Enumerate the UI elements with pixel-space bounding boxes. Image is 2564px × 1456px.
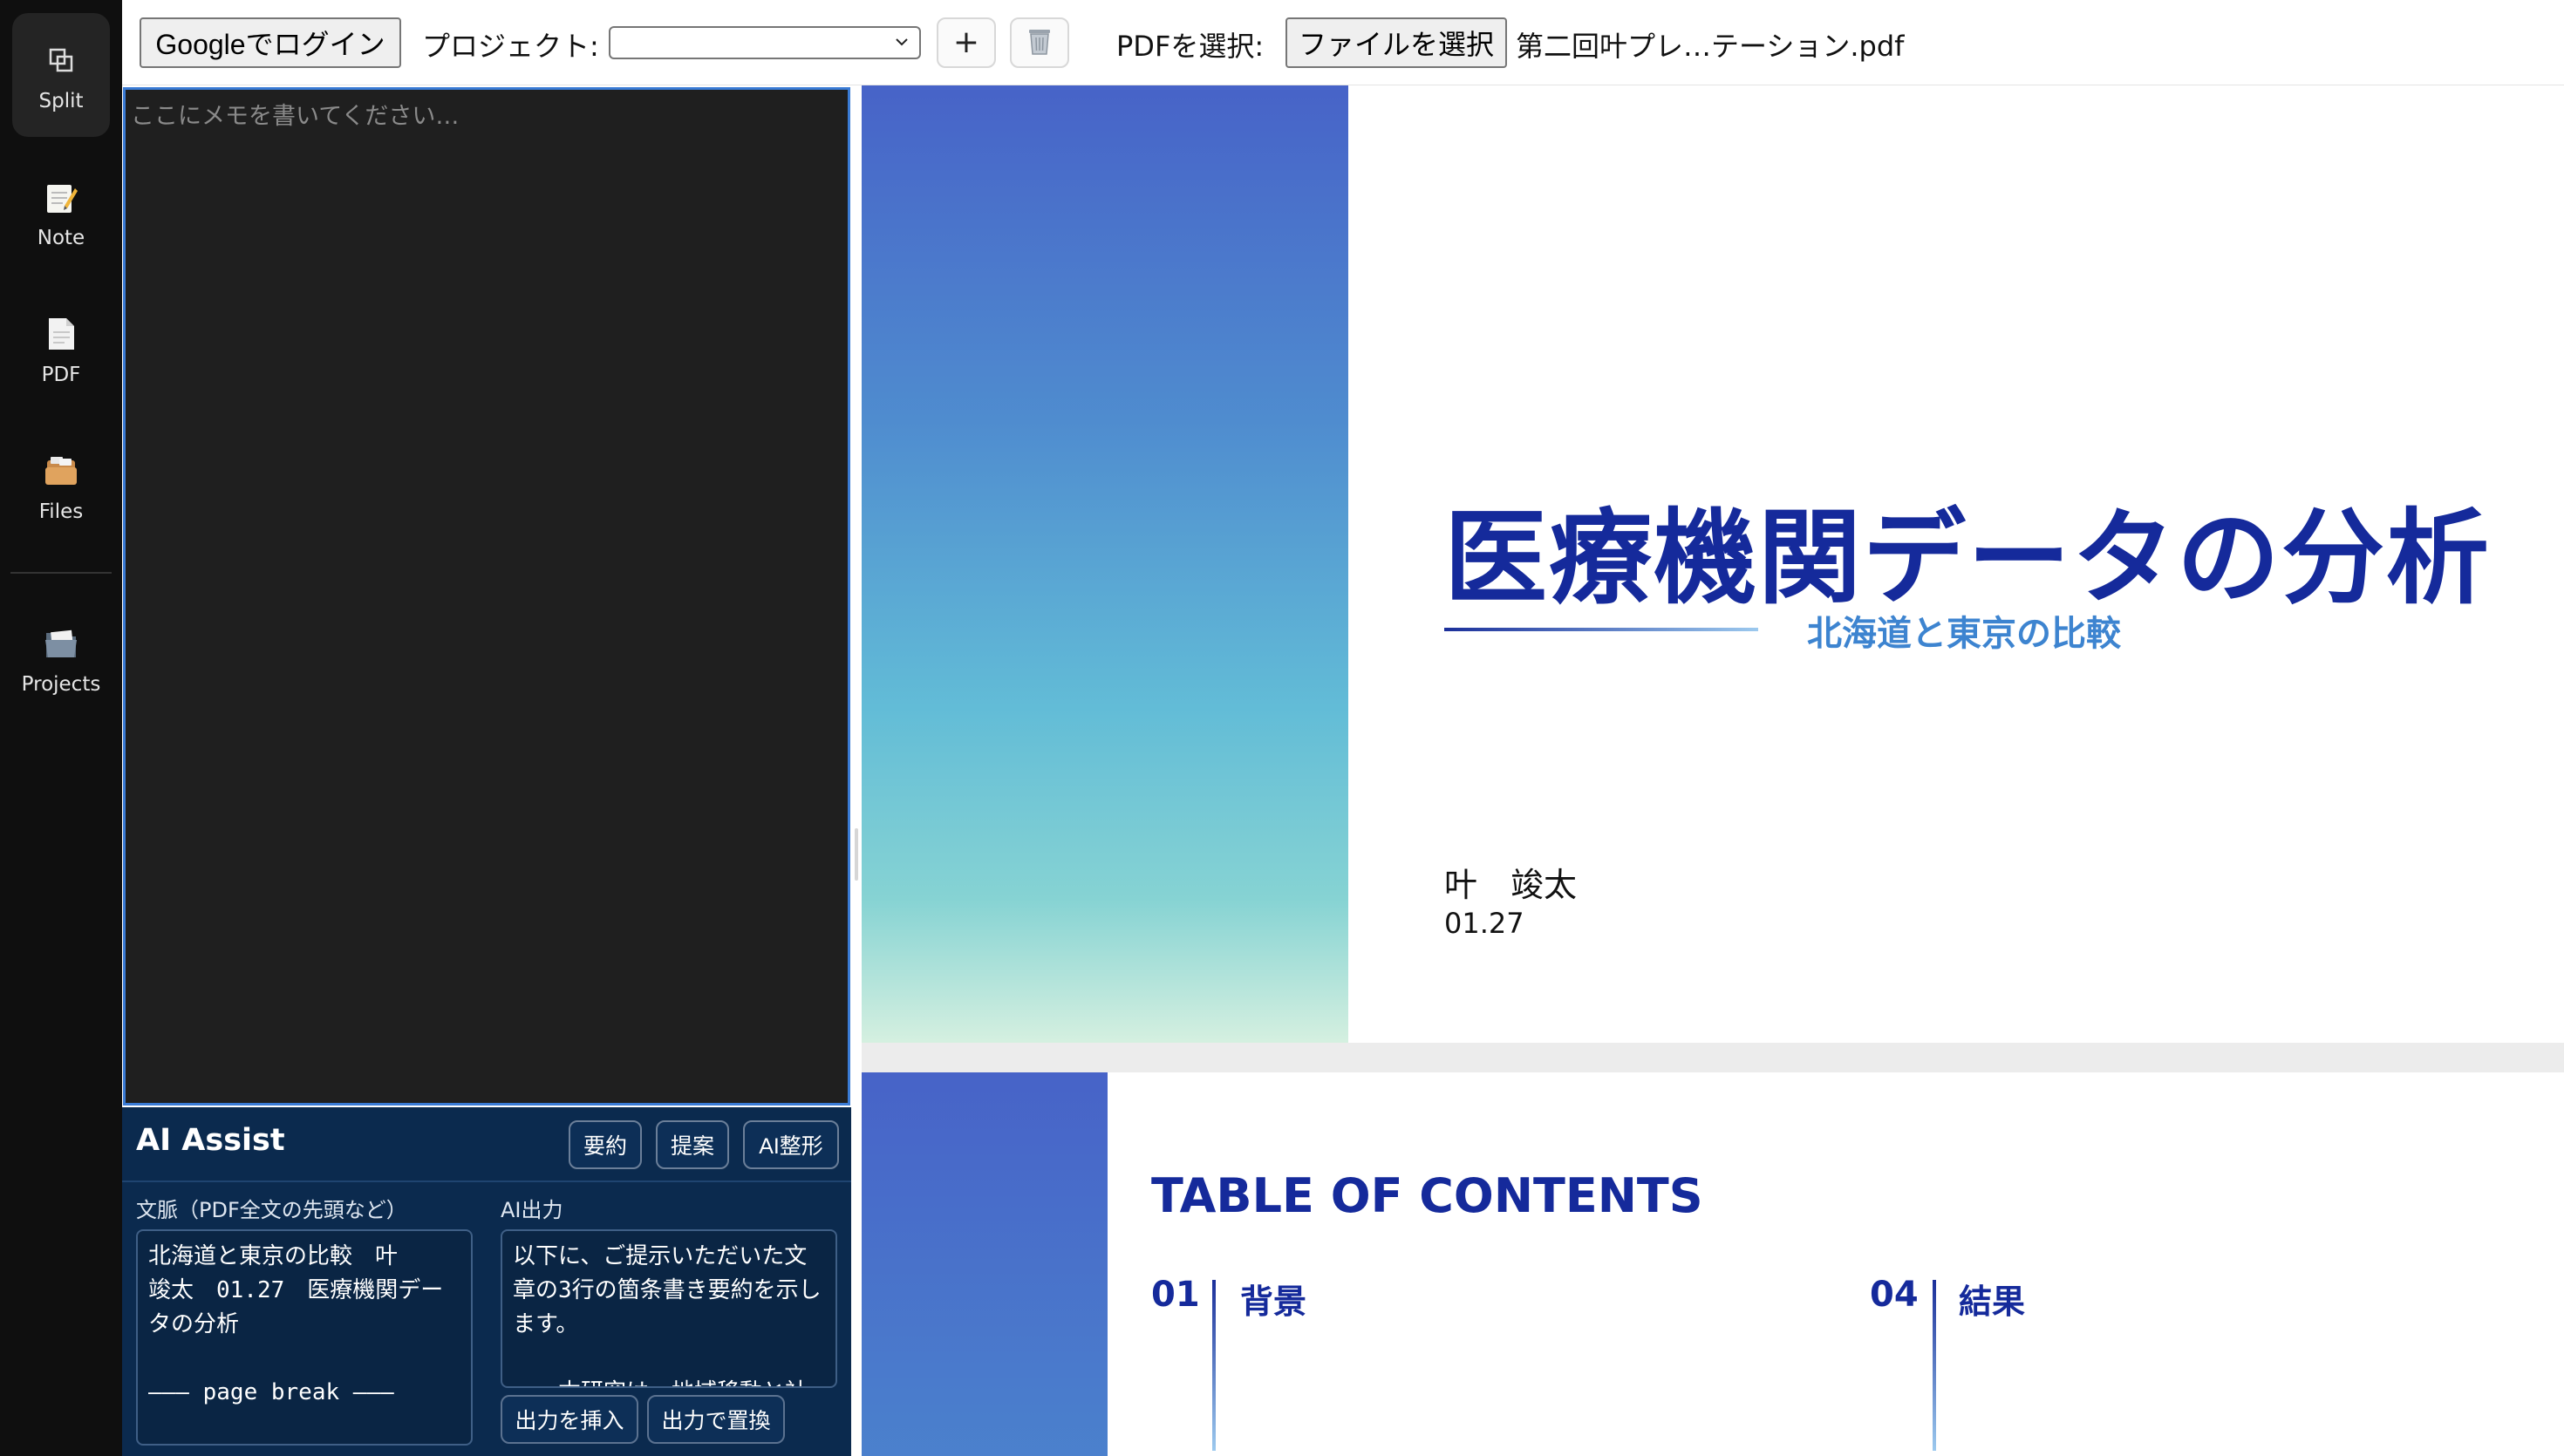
ai-assist-title: AI Assist	[136, 1123, 285, 1158]
slide-gradient-band	[862, 85, 1348, 1043]
summarize-button[interactable]: 要約	[569, 1120, 642, 1169]
project-select[interactable]	[609, 26, 921, 59]
rail-label-split: Split	[38, 90, 84, 112]
pdf-viewer[interactable]: 医療機関データの分析 北海道と東京の比較 叶 竣太 01.27 TABLE OF…	[862, 85, 2564, 1456]
pdf-page-2: TABLE OF CONTENTS 01 背景 04 結果	[862, 1072, 2564, 1456]
rail-item-note[interactable]: Note	[12, 150, 110, 274]
rail-item-projects[interactable]: Projects	[12, 596, 110, 720]
insert-output-button[interactable]: 出力を挿入	[501, 1395, 638, 1444]
selected-file-name: 第二回叶プレ…テーション.pdf	[1516, 30, 1905, 63]
splitter-grip[interactable]	[855, 828, 858, 881]
slide-subtitle: 北海道と東京の比較	[1807, 614, 2121, 654]
pdf-page-1: 医療機関データの分析 北海道と東京の比較 叶 竣太 01.27	[862, 85, 2564, 1043]
slide-title-rule	[1444, 628, 1758, 631]
ai-format-button[interactable]: AI整形	[743, 1120, 839, 1169]
replace-output-button[interactable]: 出力で置換	[647, 1395, 785, 1444]
memo-editor	[123, 87, 850, 1106]
ai-divider	[122, 1180, 851, 1182]
slide-title: 医療機関データの分析	[1444, 498, 2492, 618]
choose-file-button[interactable]: ファイルを選択	[1285, 17, 1507, 68]
rail-item-split[interactable]: Split	[12, 13, 110, 137]
rail-label-pdf: PDF	[41, 364, 81, 386]
add-project-button[interactable]: +	[937, 17, 996, 68]
projects-icon	[44, 626, 78, 661]
trash-icon	[1026, 26, 1053, 59]
chevron-down-icon	[893, 33, 910, 54]
toc-item: 背景	[1240, 1283, 1307, 1321]
toc-divider	[1933, 1280, 1936, 1451]
rail-label-note: Note	[37, 227, 85, 249]
context-label: 文脈（PDF全文の先頭など）	[136, 1198, 407, 1222]
rail-item-pdf[interactable]: PDF	[12, 287, 110, 411]
pdf-icon	[44, 316, 78, 351]
toc-divider	[1212, 1280, 1216, 1451]
toc-title: TABLE OF CONTENTS	[1151, 1168, 1703, 1223]
context-textarea[interactable]: 北海道と東京の比較 叶 竣太 01.27 医療機関デー タの分析 ––– pag…	[136, 1229, 473, 1446]
split-icon	[44, 43, 78, 78]
top-toolbar: Googleでログイン プロジェクト: + PDFを選択: ファイルを選択 第二…	[122, 0, 2564, 85]
files-icon	[44, 453, 78, 488]
slide-author: 叶 竣太	[1444, 866, 1578, 904]
rail-divider	[10, 572, 112, 574]
ai-assist-panel: AI Assist 要約 提案 AI整形 文脈（PDF全文の先頭など） 北海道と…	[122, 1107, 851, 1456]
side-rail: Split Note PDF Files Projects	[0, 0, 122, 1456]
rail-label-files: Files	[38, 500, 84, 523]
plus-icon: +	[952, 24, 980, 60]
toc-item: 結果	[1959, 1283, 2026, 1321]
rail-item-files[interactable]: Files	[12, 424, 110, 548]
slide-gradient-band	[862, 1072, 1108, 1456]
pdf-select-label: PDFを選択:	[1116, 30, 1265, 63]
output-label: AI出力	[501, 1198, 563, 1222]
google-login-button[interactable]: Googleでログイン	[140, 17, 401, 68]
note-icon	[44, 180, 78, 214]
slide-date: 01.27	[1444, 907, 1524, 940]
delete-project-button[interactable]	[1010, 17, 1069, 68]
project-label: プロジェクト:	[422, 30, 599, 63]
rail-label-projects: Projects	[21, 673, 101, 696]
output-textarea[interactable]: 以下に、ご提示いただいた文 章の3行の箇条書き要約を示し ます。 本研究は、地域…	[501, 1229, 837, 1388]
suggest-button[interactable]: 提案	[656, 1120, 729, 1169]
pane-splitter[interactable]	[851, 85, 862, 1456]
memo-textarea[interactable]	[126, 90, 848, 1103]
toc-number: 04	[1870, 1275, 1919, 1315]
toc-number: 01	[1151, 1275, 1200, 1315]
